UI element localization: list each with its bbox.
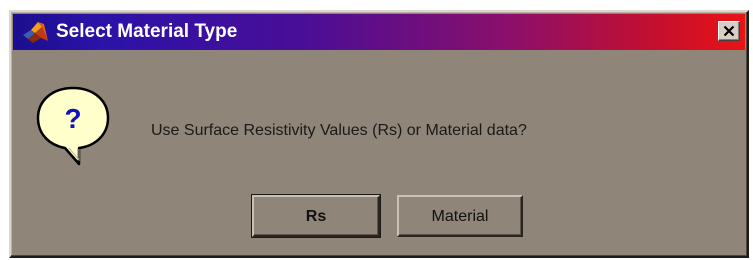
question-icon: ? <box>35 84 111 174</box>
close-icon <box>723 25 735 37</box>
dialog-window: Select Material Type ? Use Surface Resis… <box>9 10 749 258</box>
material-button[interactable]: Material <box>397 195 523 237</box>
rs-button[interactable]: Rs <box>251 194 381 238</box>
dialog-message: Use Surface Resistivity Values (Rs) or M… <box>151 122 527 139</box>
window-title: Select Material Type <box>56 21 238 42</box>
title-bar[interactable]: Select Material Type <box>13 14 745 50</box>
matlab-logo-icon <box>21 19 51 45</box>
close-button[interactable] <box>718 21 740 41</box>
svg-text:?: ? <box>64 103 81 134</box>
